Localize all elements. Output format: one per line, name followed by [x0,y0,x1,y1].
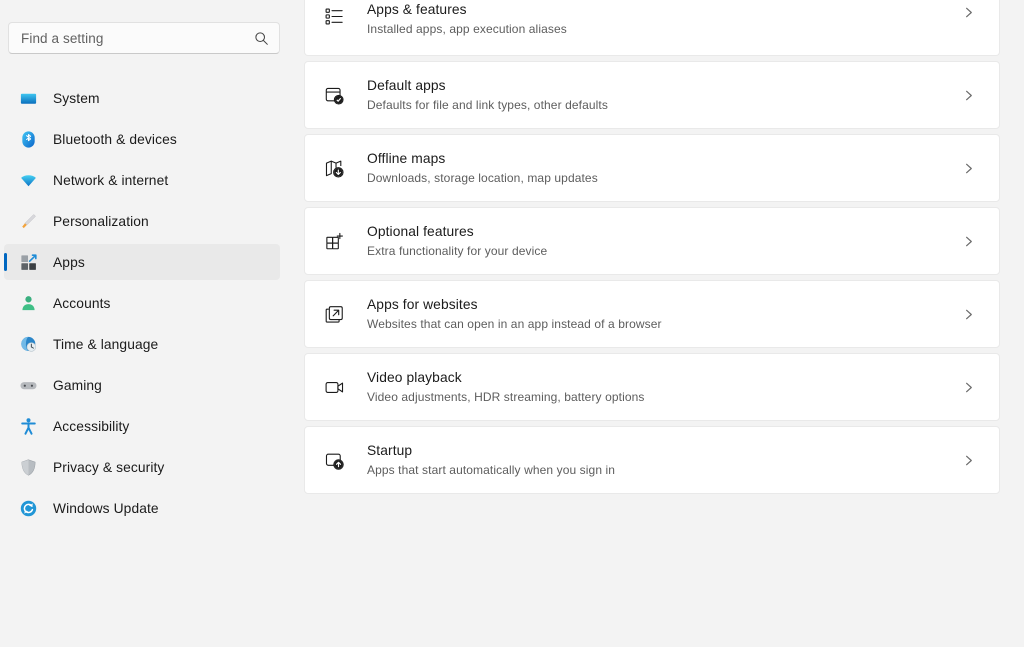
sidebar-item-accessibility[interactable]: Accessibility [4,408,280,444]
settings-card-video-playback[interactable]: Video playback Video adjustments, HDR st… [304,353,1000,421]
sidebar-item-label: Time & language [53,336,159,352]
card-title: Optional features [367,224,474,239]
card-title: Offline maps [367,151,446,166]
sidebar: System Bluetooth & devices [0,0,304,647]
card-subtitle: Websites that can open in an app instead… [367,317,662,331]
settings-card-offline-maps[interactable]: Offline maps Downloads, storage location… [304,134,1000,202]
sidebar-nav: System Bluetooth & devices Network & int… [0,80,304,526]
card-text: Optional features Extra functionality fo… [367,223,957,259]
sidebar-item-apps[interactable]: Apps [4,244,280,280]
video-camera-icon [319,377,349,398]
card-subtitle: Video adjustments, HDR streaming, batter… [367,390,645,404]
window-check-icon [319,85,349,106]
settings-card-default-apps[interactable]: Default apps Defaults for file and link … [304,61,1000,129]
gamepad-icon [18,375,38,395]
sidebar-item-windows-update[interactable]: Windows Update [4,490,280,526]
card-text: Offline maps Downloads, storage location… [367,150,957,186]
shield-icon [18,457,38,477]
grid-plus-icon [319,231,349,252]
sidebar-item-bluetooth-devices[interactable]: Bluetooth & devices [4,121,280,157]
paintbrush-icon [18,211,38,231]
apps-grid-icon [18,252,38,272]
card-text: Default apps Defaults for file and link … [367,77,957,113]
clock-globe-icon [18,334,38,354]
sidebar-item-label: Bluetooth & devices [53,131,177,147]
card-text: Apps & features Installed apps, app exec… [367,1,957,37]
wifi-icon [18,170,38,190]
chevron-right-icon[interactable] [957,381,979,394]
card-subtitle: Defaults for file and link types, other … [367,98,608,112]
card-text: Video playback Video adjustments, HDR st… [367,369,957,405]
sidebar-item-label: Accessibility [53,418,130,434]
sidebar-item-label: Accounts [53,295,111,311]
settings-card-list: Apps & features Installed apps, app exec… [304,0,1000,494]
chevron-right-icon[interactable] [957,308,979,321]
chevron-right-icon[interactable] [957,235,979,248]
open-external-icon [319,304,349,325]
bluetooth-icon [18,129,38,149]
card-text: Apps for websites Websites that can open… [367,296,957,332]
sidebar-item-label: Network & internet [53,172,169,188]
settings-card-optional-features[interactable]: Optional features Extra functionality fo… [304,207,1000,275]
chevron-right-icon[interactable] [957,162,979,175]
search-container [8,22,280,54]
card-title: Apps for websites [367,297,478,312]
search-input[interactable] [21,30,251,46]
chevron-right-icon[interactable] [957,454,979,467]
sidebar-item-label: Apps [53,254,85,270]
card-title: Default apps [367,78,446,93]
sidebar-item-gaming[interactable]: Gaming [4,367,280,403]
sidebar-item-label: Windows Update [53,500,159,516]
card-text: Startup Apps that start automatically wh… [367,442,957,478]
sidebar-item-system[interactable]: System [4,80,280,116]
search-box[interactable] [8,22,280,54]
person-icon [18,293,38,313]
sidebar-item-network-internet[interactable]: Network & internet [4,162,280,198]
refresh-circle-icon [18,498,38,518]
settings-card-apps-features[interactable]: Apps & features Installed apps, app exec… [304,0,1000,56]
sidebar-item-label: System [53,90,100,106]
chevron-right-icon[interactable] [957,6,979,19]
map-download-icon [319,158,349,179]
sidebar-item-privacy-security[interactable]: Privacy & security [4,449,280,485]
chevron-right-icon[interactable] [957,89,979,102]
card-subtitle: Extra functionality for your device [367,244,548,258]
startup-arrow-icon [319,450,349,471]
sidebar-item-label: Personalization [53,213,149,229]
settings-card-apps-for-websites[interactable]: Apps for websites Websites that can open… [304,280,1000,348]
card-title: Startup [367,443,413,458]
monitor-icon [18,88,38,108]
settings-card-startup[interactable]: Startup Apps that start automatically wh… [304,426,1000,494]
card-title: Video playback [367,370,462,385]
card-subtitle: Apps that start automatically when you s… [367,463,616,477]
main-content: Apps & features Installed apps, app exec… [304,0,1024,647]
sidebar-item-time-language[interactable]: Time & language [4,326,280,362]
sidebar-item-personalization[interactable]: Personalization [4,203,280,239]
card-subtitle: Downloads, storage location, map updates [367,171,598,185]
list-bullet-icon [319,6,349,27]
sidebar-item-accounts[interactable]: Accounts [4,285,280,321]
accessibility-person-icon [18,416,38,436]
search-icon[interactable] [251,28,271,48]
sidebar-item-label: Gaming [53,377,102,393]
sidebar-item-label: Privacy & security [53,459,165,475]
card-title: Apps & features [367,2,467,17]
settings-window: System Bluetooth & devices [0,0,1024,647]
card-subtitle: Installed apps, app execution aliases [367,22,567,36]
